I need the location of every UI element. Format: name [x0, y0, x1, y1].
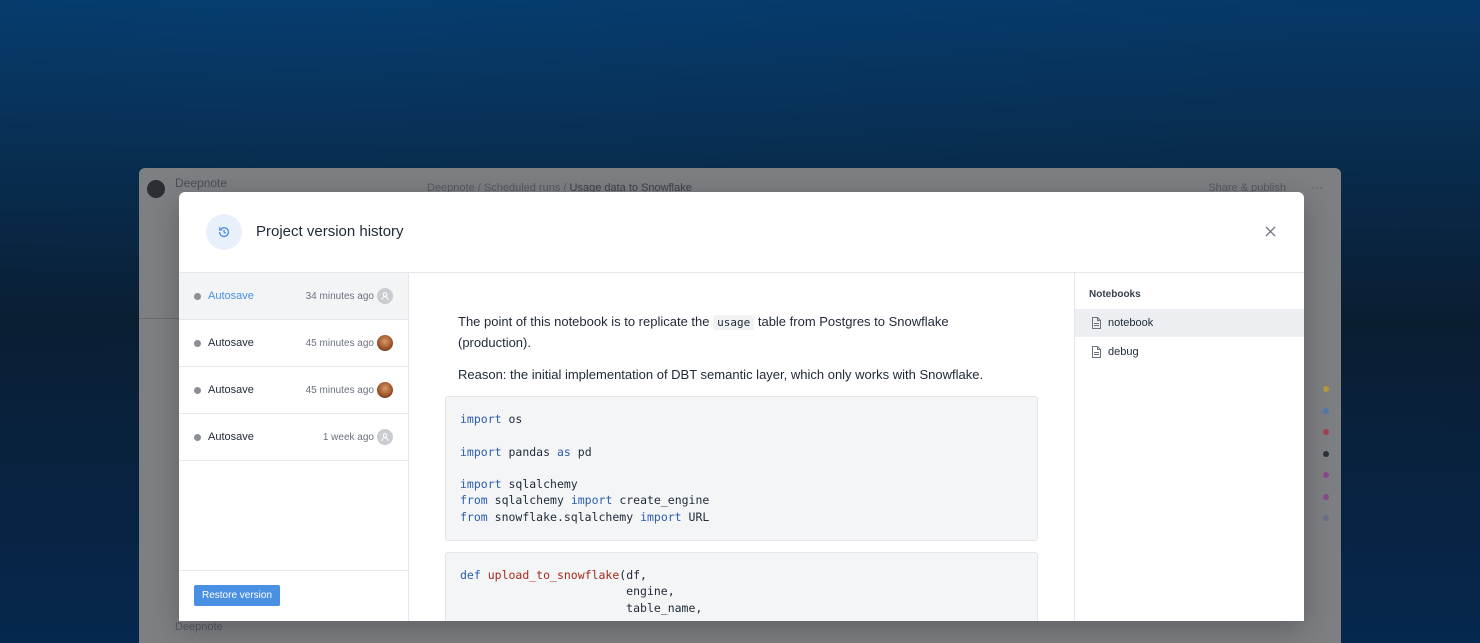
- code-keyword: as: [556, 444, 571, 459]
- code-text: engine,: [626, 584, 675, 599]
- status-dot: [1323, 472, 1329, 478]
- app-footer-label: Deepnote: [175, 621, 223, 633]
- code-text: (df,: [619, 568, 647, 582]
- version-dot: [194, 339, 201, 347]
- code-text: pandas: [508, 444, 551, 459]
- version-time: 34 minutes ago: [305, 290, 374, 302]
- version-time: 1 week ago: [322, 431, 374, 443]
- code-text: sqlalchemy: [494, 493, 564, 508]
- code-text: pd: [577, 444, 592, 459]
- code-text: sqlalchemy: [508, 477, 578, 492]
- notebook-label: debug: [1108, 346, 1139, 358]
- code-keyword: import: [640, 509, 682, 524]
- right-dot-column: [1323, 386, 1329, 537]
- sidebar-divider: [139, 318, 179, 319]
- code-text: table_name,: [626, 600, 703, 615]
- paragraph-text: The point of this notebook is to replica…: [458, 314, 714, 329]
- modal-header: Project version history: [179, 192, 1304, 273]
- version-dot: [194, 292, 201, 300]
- version-item[interactable]: Autosave 34 minutes ago: [179, 273, 408, 320]
- version-item[interactable]: Autosave 45 minutes ago: [179, 367, 408, 414]
- status-dot: [1323, 386, 1329, 392]
- notebooks-panel: Notebooks notebook debug: [1074, 273, 1304, 621]
- code-keyword: import: [460, 477, 502, 492]
- code-text: snowflake.sqlalchemy: [494, 509, 634, 524]
- file-icon: [1092, 317, 1101, 329]
- history-icon: [206, 214, 242, 250]
- default-avatar-icon: [377, 288, 393, 304]
- status-dot: [1323, 450, 1329, 457]
- notebook-item[interactable]: notebook: [1075, 309, 1304, 337]
- restore-version-button[interactable]: Restore version: [194, 585, 281, 606]
- status-dot: [1323, 429, 1329, 435]
- code-text: os: [508, 412, 523, 426]
- user-avatar-icon: [377, 382, 393, 398]
- version-label: Autosave: [208, 337, 254, 349]
- version-label: Autosave: [208, 290, 254, 302]
- workspace-name[interactable]: Deepnote: [175, 176, 227, 190]
- deepnote-logo-icon: [147, 180, 165, 198]
- modal-title: Project version history: [256, 223, 404, 240]
- markdown-paragraph: The point of this notebook is to replica…: [458, 312, 1018, 353]
- notebooks-heading: Notebooks: [1089, 289, 1141, 300]
- version-time: 45 minutes ago: [305, 337, 374, 349]
- code-function-name: upload_to_snowflake: [487, 568, 620, 582]
- version-item[interactable]: Autosave 1 week ago: [179, 414, 408, 461]
- notebook-preview: The point of this notebook is to replica…: [409, 273, 1074, 621]
- version-history-modal: Project version history Autosave 34 minu…: [179, 192, 1304, 621]
- code-keyword: def: [460, 568, 481, 582]
- code-text: create_engine: [619, 493, 710, 508]
- markdown-paragraph: Reason: the initial implementation of DB…: [458, 367, 984, 382]
- version-label: Autosave: [208, 384, 254, 396]
- user-avatar-icon: [377, 335, 393, 351]
- version-label: Autosave: [208, 431, 254, 443]
- version-dot: [194, 433, 201, 441]
- version-item[interactable]: Autosave 45 minutes ago: [179, 320, 408, 367]
- code-cell[interactable]: import os import pandas as pd import sql…: [445, 396, 1038, 541]
- code-keyword: import: [460, 412, 502, 426]
- inline-code: usage: [713, 315, 755, 330]
- code-keyword: from: [460, 493, 488, 508]
- code-text: URL: [688, 509, 710, 524]
- close-icon[interactable]: [1262, 223, 1278, 239]
- code-keyword: from: [460, 509, 488, 524]
- version-list: Autosave 34 minutes ago Autosave 45 minu…: [179, 273, 409, 621]
- code-cell[interactable]: def upload_to_snowflake(df, engine, tabl…: [445, 552, 1038, 621]
- version-dot: [194, 386, 201, 394]
- notebook-label: notebook: [1108, 317, 1154, 329]
- status-dot: [1323, 515, 1329, 521]
- more-options-icon[interactable]: ···: [1311, 180, 1323, 194]
- code-keyword: import: [460, 444, 502, 459]
- status-dot: [1323, 407, 1329, 414]
- code-keyword: import: [570, 493, 613, 508]
- version-time: 45 minutes ago: [305, 384, 374, 396]
- file-icon: [1092, 346, 1101, 358]
- notebook-item[interactable]: debug: [1075, 338, 1304, 366]
- default-avatar-icon: [377, 429, 393, 445]
- status-dot: [1323, 493, 1329, 500]
- version-list-footer: Restore version: [179, 570, 408, 621]
